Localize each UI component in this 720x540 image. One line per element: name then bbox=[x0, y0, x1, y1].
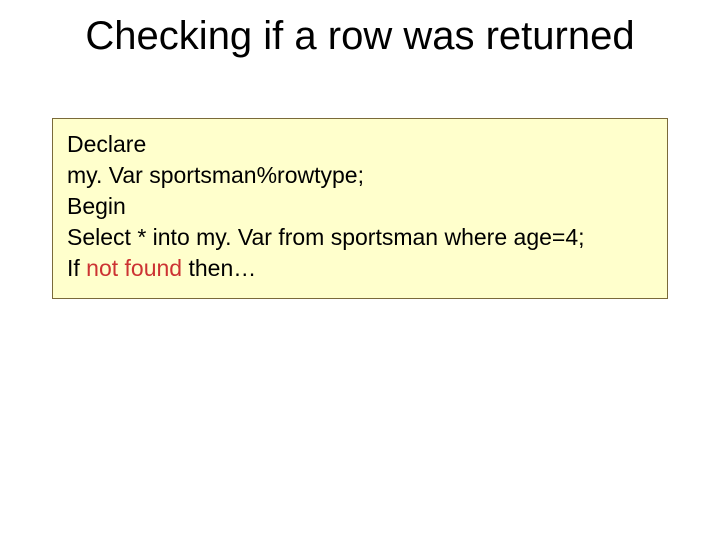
code-line-5: If not found then… bbox=[67, 253, 653, 284]
code-box: Declare my. Var sportsman%rowtype; Begin… bbox=[52, 118, 668, 299]
code-line-4: Select * into my. Var from sportsman whe… bbox=[67, 222, 653, 253]
code-line-1: Declare bbox=[67, 129, 653, 160]
not-found-keyword: not found bbox=[86, 255, 182, 281]
code-line-5-prefix: If bbox=[67, 255, 86, 281]
code-line-3: Begin bbox=[67, 191, 653, 222]
code-line-5-suffix: then… bbox=[182, 255, 256, 281]
code-line-2: my. Var sportsman%rowtype; bbox=[67, 160, 653, 191]
slide-title: Checking if a row was returned bbox=[0, 14, 720, 59]
slide: Checking if a row was returned Declare m… bbox=[0, 0, 720, 540]
